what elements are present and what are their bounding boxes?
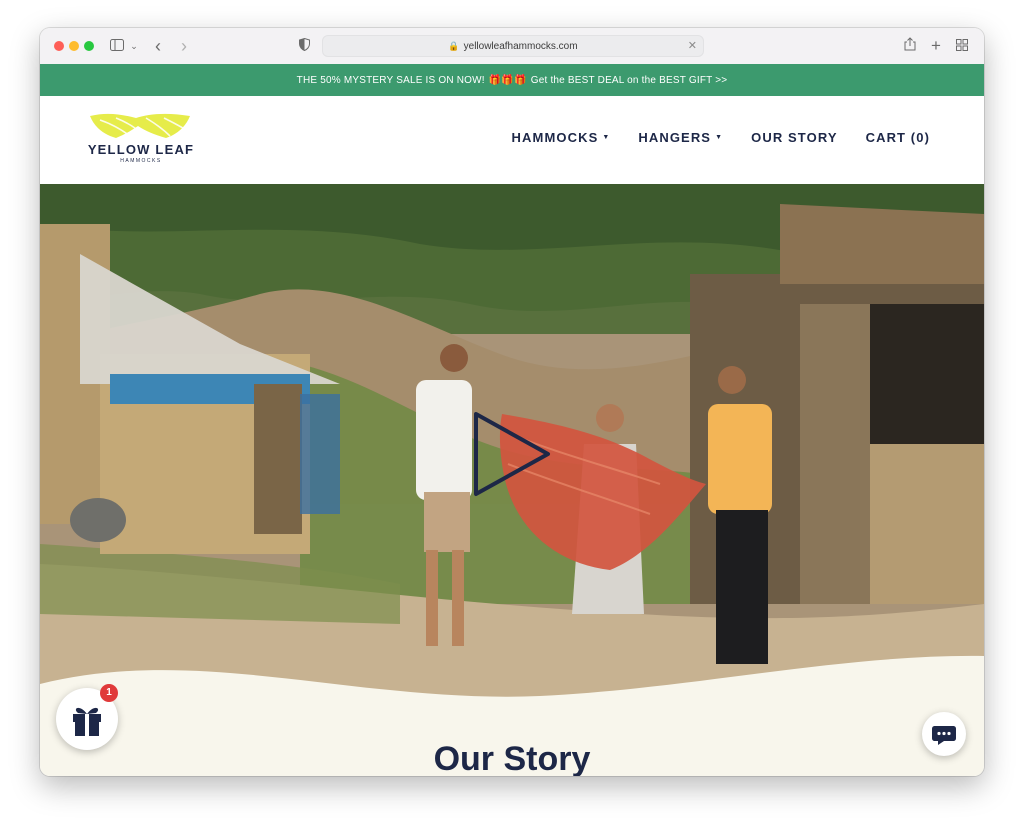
new-tab-icon[interactable]: + (928, 36, 944, 56)
tab-overview-icon[interactable] (954, 36, 970, 56)
play-video-button[interactable] (470, 408, 554, 500)
promo-cta: Get the BEST DEAL on the BEST GIFT >> (530, 74, 728, 86)
nav-our-story[interactable]: OUR STORY (751, 130, 837, 145)
leaf-logo-icon (90, 113, 190, 138)
main-nav: HAMMOCKS ▼ HANGERS ▼ OUR STORY CART (0) (512, 130, 930, 145)
nav-hangers-label: HANGERS (638, 130, 712, 145)
hero-video[interactable] (40, 184, 984, 704)
play-icon (474, 412, 550, 496)
logo-wordmark: YELLOW LEAF (87, 142, 195, 157)
promo-text: THE 50% MYSTERY SALE IS ON NOW! (296, 74, 485, 86)
browser-window: ⌄ ‹ › 🔒 yellowleafhammocks.com ✕ + THE 50… (40, 28, 984, 776)
nav-cart[interactable]: CART (0) (866, 130, 930, 145)
yellow-leaf-logo[interactable]: YELLOW LEAF HAMMOCKS (86, 112, 196, 170)
chevron-down-icon[interactable]: ⌄ (129, 36, 139, 56)
site-header: YELLOW LEAF HAMMOCKS HAMMOCKS ▼ HANGERS … (40, 96, 984, 184)
close-window-button[interactable] (54, 41, 64, 51)
clear-url-icon[interactable]: ✕ (688, 36, 697, 56)
back-arrow-icon[interactable]: ‹ (150, 36, 166, 56)
caret-down-icon: ▼ (715, 134, 724, 141)
address-bar[interactable]: 🔒 yellowleafhammocks.com ✕ (322, 35, 704, 57)
nav-hammocks[interactable]: HAMMOCKS ▼ (512, 130, 611, 145)
section-title: Our Story (433, 740, 591, 776)
chat-widget-button[interactable] (922, 712, 966, 756)
gift-emoji: 🎁🎁🎁 (488, 74, 527, 86)
maximize-window-button[interactable] (84, 41, 94, 51)
browser-toolbar: ⌄ ‹ › 🔒 yellowleafhammocks.com ✕ + (40, 28, 984, 65)
share-icon[interactable] (902, 36, 918, 56)
notification-badge: 1 (100, 684, 118, 702)
url-text: yellowleafhammocks.com (463, 41, 578, 52)
forward-arrow-icon[interactable]: › (176, 36, 192, 56)
logo-subtitle: HAMMOCKS (120, 158, 162, 164)
lock-icon: 🔒 (448, 41, 460, 51)
shield-icon[interactable] (296, 36, 312, 56)
nav-hammocks-label: HAMMOCKS (511, 130, 599, 145)
caret-down-icon: ▼ (602, 134, 611, 141)
chat-bubble-icon (932, 726, 956, 745)
minimize-window-button[interactable] (69, 41, 79, 51)
nav-hangers[interactable]: HANGERS ▼ (638, 130, 723, 145)
sidebar-toggle-icon[interactable] (108, 36, 126, 56)
promo-banner[interactable]: THE 50% MYSTERY SALE IS ON NOW! 🎁🎁🎁 Get … (40, 64, 984, 96)
